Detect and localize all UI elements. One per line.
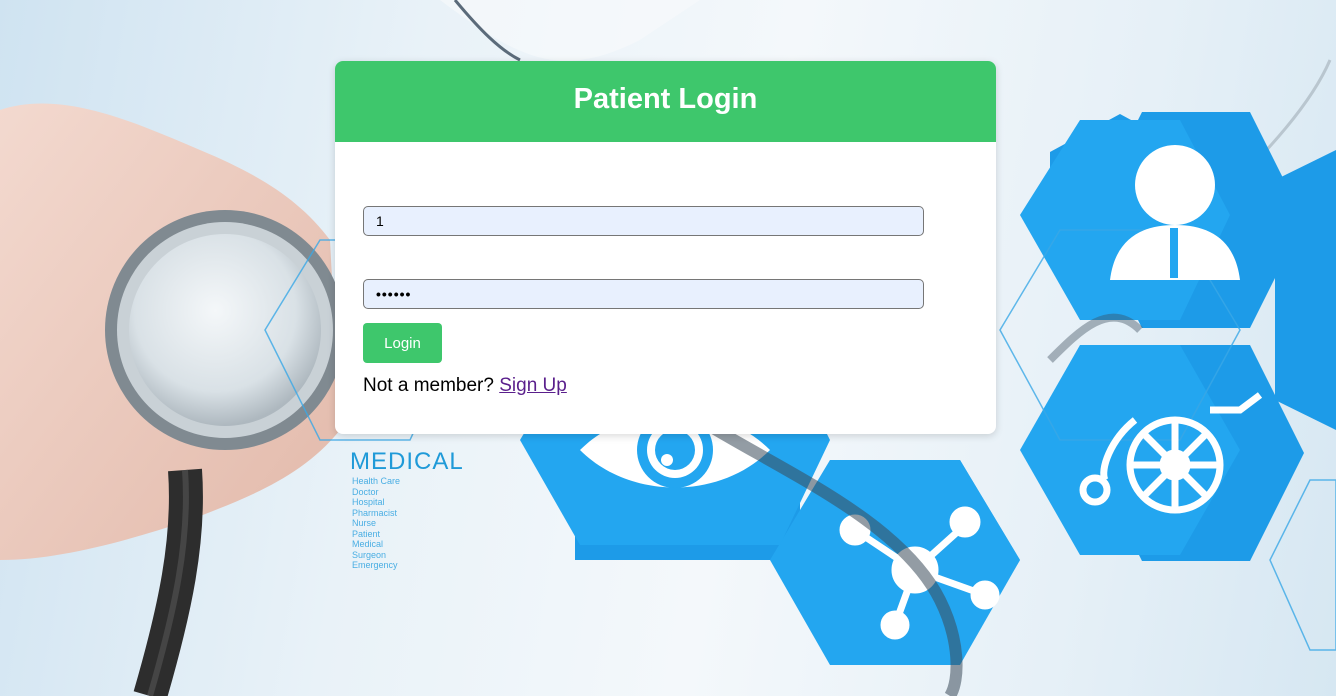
medical-term: Emergency: [352, 560, 398, 570]
signup-prompt-text: Not a member?: [363, 375, 494, 396]
medical-background-text: MEDICAL: [350, 448, 464, 475]
medical-term: Health Care: [352, 476, 401, 486]
medical-term: Medical: [352, 539, 384, 549]
medical-term: Patient: [352, 528, 381, 539]
password-input[interactable]: [363, 279, 924, 309]
medical-terms-list: Health Care Doctor Hospital Pharmacist N…: [352, 476, 400, 571]
login-card-header: Patient Login: [335, 61, 996, 142]
medical-term: Hospital: [352, 497, 385, 507]
signup-link[interactable]: Sign Up: [499, 375, 567, 396]
medical-term: Surgeon: [352, 549, 387, 560]
username-input[interactable]: [363, 206, 924, 236]
login-page: MEDICAL Health Care Doctor Hospital Phar…: [0, 0, 1336, 696]
medical-term: Doctor: [352, 486, 379, 497]
login-card: Patient Login Login Not a member? Sign U…: [335, 61, 996, 434]
medical-term: Nurse: [352, 518, 377, 528]
medical-term: Pharmacist: [352, 507, 398, 518]
page-title: Patient Login: [573, 83, 758, 115]
login-button[interactable]: Login: [363, 323, 442, 363]
signup-prompt-line: Not a member? Sign Up: [363, 375, 567, 397]
